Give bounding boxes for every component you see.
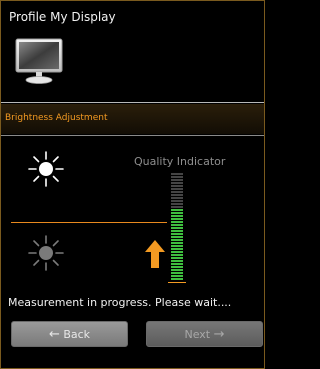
meter-segment [171, 203, 183, 205]
meter-segment [171, 260, 183, 262]
back-button-label: Back [63, 328, 91, 341]
meter-segment [171, 182, 183, 184]
meter-segment [171, 227, 183, 229]
meter-segment [171, 245, 183, 247]
meter-segment [171, 233, 183, 235]
meter-segment [171, 272, 183, 274]
meter-segment [171, 215, 183, 217]
meter-segment [171, 266, 183, 268]
next-button-label: Next [184, 328, 211, 341]
next-button[interactable]: Next → [146, 321, 263, 347]
quality-indicator-label: Quality Indicator [134, 155, 226, 168]
meter-segment [171, 224, 183, 226]
meter-segment [171, 278, 183, 280]
meter-segment [171, 251, 183, 253]
meter-segment [171, 209, 183, 211]
meter-segment [171, 230, 183, 232]
meter-segment [171, 191, 183, 193]
back-button[interactable]: ← Back [11, 321, 128, 347]
meter-segment [171, 257, 183, 259]
arrow-right-icon: → [213, 327, 225, 342]
meter-segment [171, 236, 183, 238]
arrow-up-icon [145, 240, 165, 268]
monitor-icon [15, 38, 63, 84]
window-title: Profile My Display [9, 10, 116, 24]
meter-segment [171, 173, 183, 175]
meter-segment [171, 218, 183, 220]
meter-segment [171, 242, 183, 244]
meter-segment [171, 179, 183, 181]
meter-segment [171, 185, 183, 187]
separator-top [1, 102, 264, 103]
meter-segment [171, 239, 183, 241]
quality-meter [168, 173, 186, 283]
meter-baseline-indicator [168, 282, 186, 283]
meter-segment [171, 248, 183, 250]
profile-display-window: Profile My Display Brightness Adjustment… [0, 0, 265, 369]
meter-segment [171, 269, 183, 271]
status-message: Measurement in progress. Please wait.... [8, 296, 232, 309]
separator-section [1, 135, 264, 136]
section-title: Brightness Adjustment [5, 113, 108, 123]
meter-segment [171, 194, 183, 196]
meter-segment [171, 197, 183, 199]
meter-segment [171, 221, 183, 223]
meter-segment [171, 275, 183, 277]
meter-segment [171, 254, 183, 256]
sun-bright-icon [28, 151, 64, 187]
meter-segment [171, 176, 183, 178]
arrow-left-icon: ← [48, 327, 60, 342]
sun-dim-icon [28, 235, 64, 271]
meter-segment [171, 200, 183, 202]
meter-segment [171, 188, 183, 190]
meter-segment [171, 212, 183, 214]
meter-segment [171, 206, 183, 208]
meter-segment [171, 263, 183, 265]
brightness-divider [11, 222, 167, 223]
